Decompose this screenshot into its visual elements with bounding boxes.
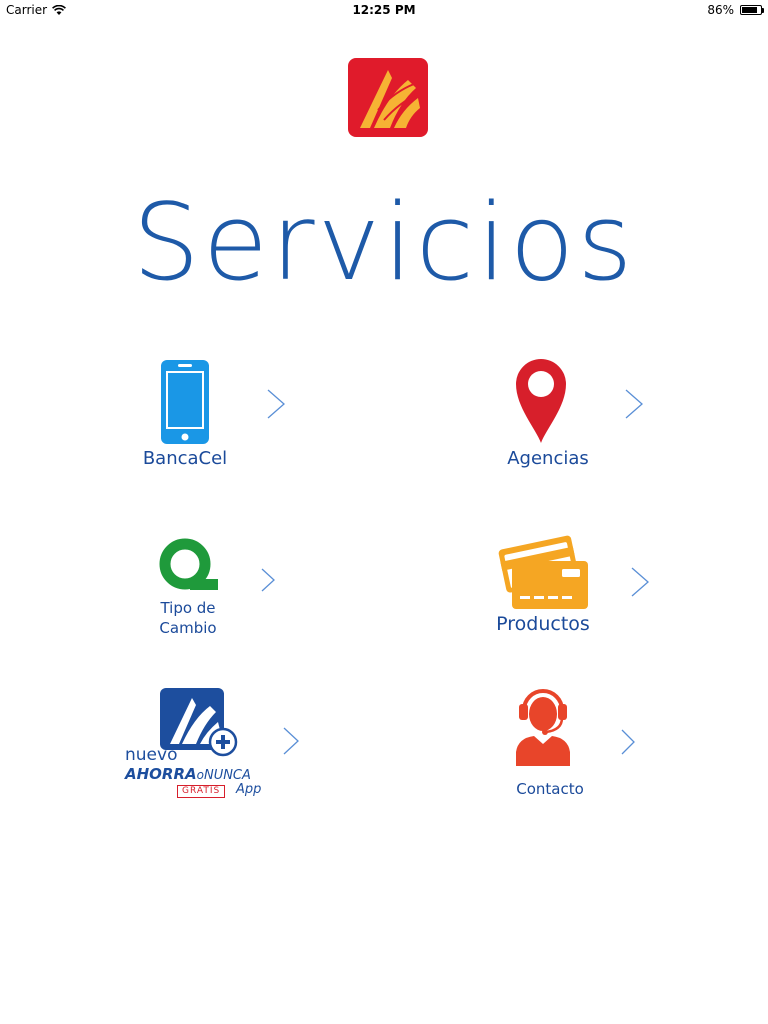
service-tipo-cambio[interactable]: Tipo de Cambio — [150, 535, 280, 640]
chevron-right-icon — [630, 566, 650, 598]
service-bancacel[interactable]: BancaCel — [130, 355, 290, 475]
service-label-multiline: Tipo de Cambio — [150, 598, 226, 638]
app-logo-brand-nunca: NUNCA — [203, 768, 251, 783]
smartphone-icon — [159, 360, 211, 444]
app-logo-gratis-badge: GRATIS — [177, 785, 226, 798]
status-time: 12:25 PM — [352, 3, 416, 17]
chevron-right-icon — [260, 567, 276, 593]
app-logo-nuevo: nuevo — [125, 745, 178, 765]
app-logo-brand: AHORRAoNUNCA — [125, 765, 251, 785]
chevron-right-icon — [282, 726, 300, 756]
support-agent-icon — [514, 686, 572, 766]
exchange-rate-q-icon — [156, 537, 220, 595]
battery-icon — [740, 5, 764, 15]
service-label: Productos — [496, 613, 590, 635]
app-logo-app-suffix: App — [236, 782, 262, 797]
chevron-right-icon — [620, 728, 636, 756]
service-agencias[interactable]: Agencias — [496, 355, 656, 475]
service-ahorra-app[interactable]: nuevo AHORRAoNUNCA GRATIS App — [122, 688, 312, 803]
app-logo-brand-bold: AHORRA — [125, 765, 197, 783]
status-bar: Carrier 12:25 PM 86% — [0, 0, 768, 22]
service-label: Agencias — [507, 448, 589, 469]
service-contacto[interactable]: Contacto — [508, 686, 648, 801]
service-label-line: Tipo de — [160, 599, 216, 617]
app-logo-brand-o: o — [196, 768, 204, 782]
chevron-right-icon — [266, 388, 286, 420]
service-label: BancaCel — [142, 448, 228, 469]
service-label-line: Cambio — [159, 619, 217, 637]
map-pin-icon — [516, 359, 566, 443]
battery-fill — [742, 7, 757, 13]
page-title: Servicios — [132, 181, 636, 304]
bank-logo — [348, 58, 428, 137]
credit-cards-icon — [498, 525, 590, 611]
service-label: Contacto — [516, 780, 584, 798]
app-root: Carrier 12:25 PM 86% Servicios BancaCel … — [0, 0, 768, 1024]
battery-percent: 86% — [707, 3, 734, 17]
status-right: 86% — [707, 3, 764, 17]
chevron-right-icon — [624, 388, 644, 420]
service-productos[interactable]: Productos — [490, 525, 660, 640]
